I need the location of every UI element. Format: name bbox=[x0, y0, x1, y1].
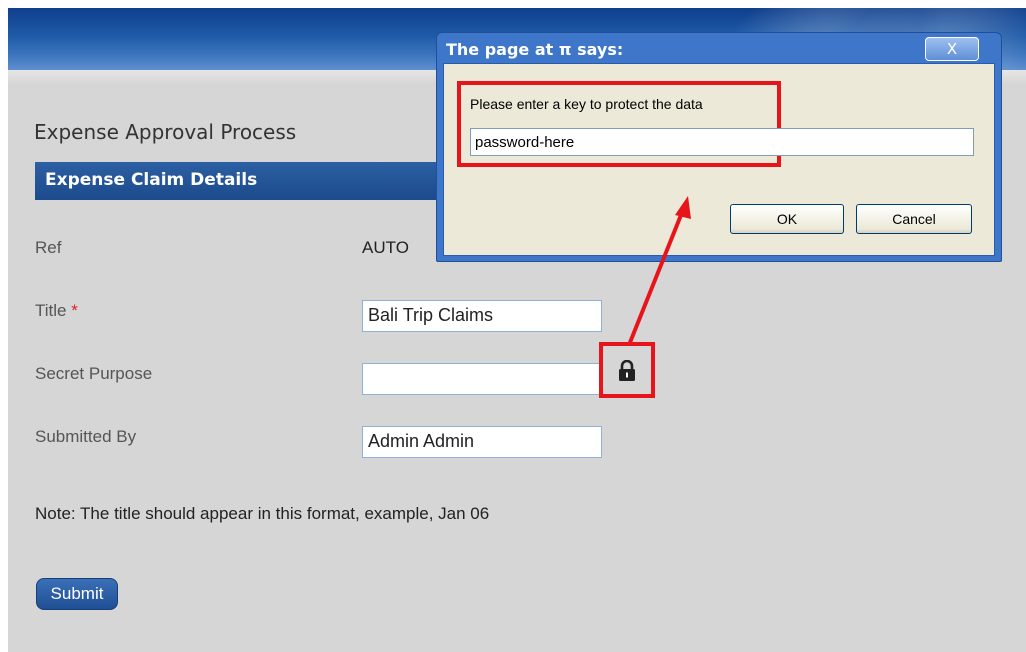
ok-button[interactable]: OK bbox=[730, 204, 844, 234]
submitted-by-input[interactable]: Admin Admin bbox=[362, 426, 602, 458]
lock-highlight-box bbox=[599, 342, 655, 398]
dialog-title: The page at π says: bbox=[446, 40, 624, 59]
secret-purpose-label: Secret Purpose bbox=[35, 364, 153, 383]
title-label-text: Title bbox=[35, 301, 67, 320]
required-marker: * bbox=[71, 301, 78, 320]
prompt-message: Please enter a key to protect the data bbox=[470, 96, 703, 112]
submit-button[interactable]: Submit bbox=[36, 578, 118, 610]
title-input[interactable]: Bali Trip Claims bbox=[362, 300, 602, 332]
ref-value: AUTO bbox=[362, 238, 409, 257]
title-label: Title * bbox=[35, 301, 78, 321]
format-note: Note: The title should appear in this fo… bbox=[35, 504, 490, 523]
secret-purpose-input[interactable] bbox=[362, 363, 602, 395]
cancel-button[interactable]: Cancel bbox=[856, 204, 972, 234]
lock-icon[interactable] bbox=[617, 360, 637, 382]
section-title: Expense Claim Details bbox=[45, 170, 258, 190]
submitted-by-label: Submitted By bbox=[35, 427, 137, 446]
ref-label: Ref bbox=[35, 238, 62, 257]
key-input[interactable]: password-here bbox=[470, 128, 974, 156]
close-icon: X bbox=[946, 40, 958, 58]
page-title: Expense Approval Process bbox=[34, 120, 297, 144]
close-button[interactable]: X bbox=[925, 37, 979, 61]
section-header: Expense Claim Details bbox=[35, 162, 455, 200]
